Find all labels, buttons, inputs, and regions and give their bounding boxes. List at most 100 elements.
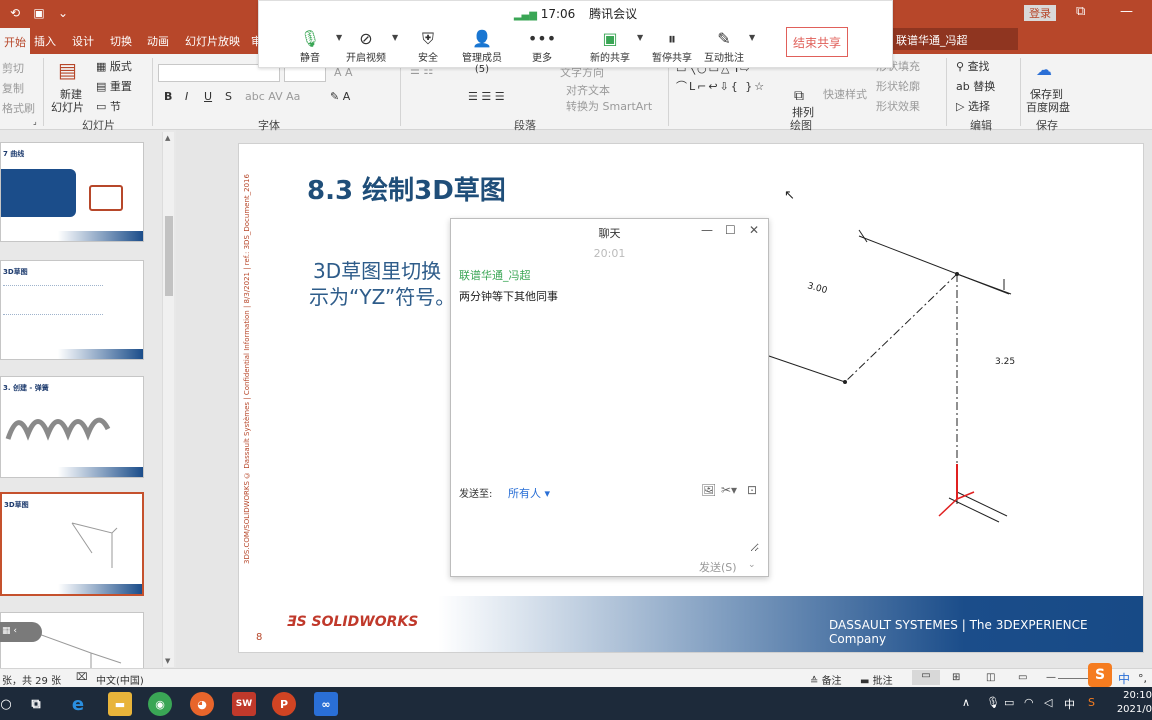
annotate-button[interactable]: ✎ 互动批注 <box>699 29 749 64</box>
send-options-icon[interactable]: ⌄ <box>748 560 756 570</box>
slide-thumbnail-9[interactable] <box>0 612 144 672</box>
firefox-icon[interactable]: ◕ <box>190 692 214 716</box>
language-indicator[interactable]: 中文(中国) <box>96 672 144 687</box>
new-slide-icon[interactable]: ▤ <box>58 58 77 82</box>
scroll-down-icon[interactable]: ▼ <box>165 657 170 665</box>
scroll-thumb[interactable] <box>165 216 173 296</box>
select-button[interactable]: ▷ 选择 <box>956 98 990 114</box>
highlight-icon[interactable]: ✎ A <box>330 90 350 103</box>
underline-button[interactable]: U <box>204 90 212 103</box>
browser-icon[interactable]: ◉ <box>148 692 172 716</box>
meeting-float-toolbar[interactable]: ▦ ‹ <box>0 622 42 642</box>
align-text-button[interactable]: 对齐文本 <box>566 82 610 98</box>
spellcheck-icon[interactable]: ⌧ <box>76 672 88 683</box>
chat-message-input[interactable] <box>459 504 759 552</box>
sogou-tray-icon[interactable]: S <box>1088 696 1095 709</box>
baidu-netdisk-label[interactable]: 百度网盘 <box>1026 99 1070 115</box>
smartart-button[interactable]: 转换为 SmartArt <box>566 98 652 114</box>
file-explorer-icon[interactable]: ▬ <box>108 692 132 716</box>
video-button[interactable]: ⊘ 开启视频 <box>341 29 391 64</box>
ime-tray-indicator[interactable]: 中 <box>1064 696 1075 712</box>
char-spacing-icon[interactable]: abc AV Aa <box>245 90 300 103</box>
ribbon-display-icon[interactable]: ⧉ <box>1076 4 1085 19</box>
task-view-icon[interactable]: ⧉ <box>24 692 48 716</box>
ime-chinese-indicator[interactable]: 中 <box>1118 670 1130 687</box>
scroll-up-icon[interactable]: ▲ <box>165 134 170 142</box>
slide-body-text[interactable]: 3D草图里切换 示为“YZ”符号。 <box>309 258 455 310</box>
new-slide-label[interactable]: 幻灯片 <box>51 99 84 115</box>
screenshot-icon[interactable]: ✂▾ <box>721 483 737 497</box>
edge-icon[interactable]: e <box>66 692 90 716</box>
tray-expand-icon[interactable]: ∧ <box>962 696 970 709</box>
search-icon[interactable]: ○ <box>0 692 18 716</box>
slide-thumbnail-7[interactable]: 3. 创建 - 弹簧 <box>0 376 144 478</box>
replace-button[interactable]: ab 替换 <box>956 78 995 94</box>
login-button[interactable]: 登录 <box>1024 5 1056 21</box>
layout-button[interactable]: ▦ 版式 <box>96 58 132 74</box>
tray-mic-icon[interactable]: 🎙 <box>986 696 1000 709</box>
mute-button[interactable]: 🎙 静音 <box>285 29 335 64</box>
ime-punct-icon[interactable]: °, <box>1138 672 1147 685</box>
normal-view-button[interactable]: ▭ <box>912 670 940 685</box>
clipboard-expand-icon[interactable]: ⌟ <box>33 117 37 126</box>
shape-effects-button[interactable]: 形状效果 <box>876 98 920 114</box>
slide-thumbnail-8-selected[interactable]: 3D草图 <box>0 492 144 596</box>
italic-button[interactable]: I <box>185 90 188 103</box>
shape-outline-button[interactable]: 形状轮廓 <box>876 78 920 94</box>
more-button[interactable]: ••• 更多 <box>517 29 567 64</box>
minimize-icon[interactable]: — <box>701 223 713 237</box>
align-icons[interactable]: ☰ ☰ ☰ <box>468 90 505 103</box>
tab-insert[interactable]: 插入 <box>34 33 56 49</box>
quick-styles-button[interactable]: 快速样式 <box>823 86 867 102</box>
slide-title[interactable]: 8.3 绘制3D草图 <box>307 170 506 207</box>
volume-icon[interactable]: ◁ <box>1044 696 1052 709</box>
arrange-icon[interactable]: ⧉ <box>794 88 804 104</box>
end-share-button[interactable]: 结束共享 <box>786 27 848 57</box>
quick-access-dropdown-icon[interactable]: ⌄ <box>52 3 74 23</box>
battery-icon[interactable]: ▭ <box>1004 696 1014 709</box>
comments-button[interactable]: ▬ 批注 <box>860 672 893 687</box>
tab-slideshow[interactable]: 幻灯片放映 <box>185 33 240 49</box>
cut-button[interactable]: 剪切 <box>2 60 24 76</box>
zoom-slider[interactable] <box>1058 678 1088 679</box>
shadow-button[interactable]: S <box>225 90 232 103</box>
tab-animations[interactable]: 动画 <box>147 33 169 49</box>
video-dropdown-icon[interactable]: ▼ <box>392 33 398 42</box>
tencent-meeting-taskbar-icon[interactable]: ∞ <box>314 692 338 716</box>
tab-home[interactable]: 开始 <box>0 28 30 54</box>
system-clock[interactable]: 20:10 2021/0 <box>1114 689 1152 717</box>
thumbnail-scrollbar[interactable]: ▲ ▼ <box>162 132 174 667</box>
shapes-gallery-row2[interactable]: ⌒ᒪ⌐↩⇩{ }☆ <box>676 78 766 94</box>
recipient-select[interactable]: 所有人 ▾ <box>508 485 550 501</box>
wifi-icon[interactable]: ◠ <box>1024 696 1034 709</box>
solidworks-taskbar-icon[interactable]: SW <box>232 692 256 716</box>
slide-thumbnail-6[interactable]: 3D草图 <box>0 260 144 360</box>
close-icon[interactable]: ✕ <box>749 223 759 237</box>
baidu-cloud-icon[interactable]: ☁ <box>1036 60 1052 79</box>
section-button[interactable]: ▭ 节 <box>96 98 121 114</box>
powerpoint-taskbar-icon[interactable]: P <box>272 692 296 716</box>
minimize-icon[interactable]: — <box>1120 4 1133 19</box>
slide-thumbnail-5[interactable]: 7 曲线 <box>0 142 144 242</box>
security-button[interactable]: ⛨ 安全 <box>403 29 453 64</box>
notes-button[interactable]: ≙ 备注 <box>810 672 842 687</box>
tab-design[interactable]: 设计 <box>72 33 94 49</box>
format-painter-button[interactable]: 格式刷 <box>2 100 35 116</box>
find-button[interactable]: ⚲ 查找 <box>956 58 990 74</box>
sogou-ime-icon[interactable]: S <box>1088 663 1112 687</box>
pause-share-button[interactable]: ⏸ 暂停共享 <box>647 29 697 64</box>
reset-button[interactable]: ▤ 重置 <box>96 78 132 94</box>
manage-members-button[interactable]: 👤 管理成员(5) <box>457 29 507 75</box>
reading-view-icon[interactable]: ◫ <box>986 672 995 683</box>
slideshow-icon[interactable]: ▭ <box>1018 672 1027 683</box>
autosave-icon[interactable]: ⟲ <box>4 3 26 23</box>
tab-transitions[interactable]: 切换 <box>110 33 132 49</box>
maximize-icon[interactable]: ☐ <box>725 223 736 237</box>
send-button[interactable]: 发送(S) <box>699 559 737 575</box>
image-icon[interactable]: 🖼 <box>701 483 716 497</box>
copy-button[interactable]: 复制 <box>2 80 24 96</box>
zoom-out-icon[interactable]: — <box>1046 672 1056 683</box>
new-share-button[interactable]: ▣ 新的共享 <box>585 29 635 64</box>
slide-sorter-icon[interactable]: ⊞ <box>952 672 960 683</box>
bold-button[interactable]: B <box>164 90 172 103</box>
